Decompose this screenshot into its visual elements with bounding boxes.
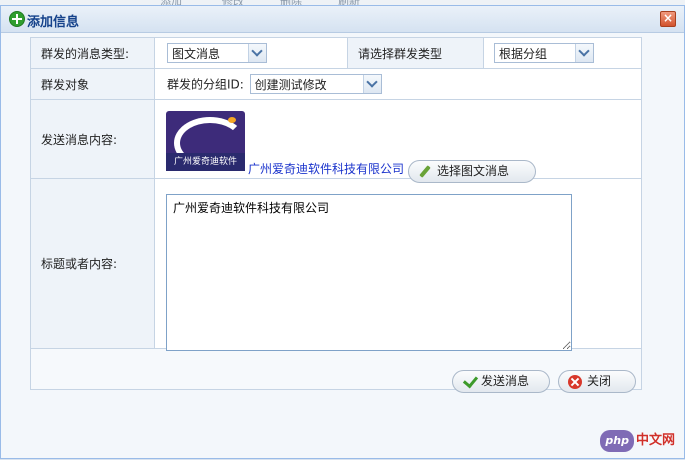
add-icon [9, 11, 25, 27]
message-type-value: 图文消息 [172, 47, 221, 61]
news-thumbnail[interactable]: 广州爱奇迪软件 [166, 111, 246, 175]
send-message-label: 发送消息 [481, 374, 530, 388]
php-badge: php [600, 430, 634, 452]
close-label: 关闭 [587, 374, 612, 388]
message-type-cell: 图文消息 [154, 37, 348, 69]
close-icon [568, 375, 582, 389]
group-id-value: 创建测试修改 [254, 78, 327, 92]
site-watermark: php 中文网 [600, 430, 675, 452]
group-id-label: 群发的分组ID: [167, 77, 244, 92]
send-type-cell: 根据分组 [483, 37, 642, 69]
select-news-label: 选择图文消息 [437, 164, 510, 178]
content-label: 发送消息内容: [30, 99, 155, 179]
target-label: 群发对象 [30, 68, 155, 100]
title-textarea[interactable]: 广州爱奇迪软件科技有限公司 [166, 194, 572, 351]
logo-caption: 广州爱奇迪软件 [166, 153, 245, 171]
close-button[interactable]: 关闭 [558, 370, 636, 393]
target-row: 群发对象 群发的分组ID: 创建测试修改 [30, 68, 642, 100]
dialog-close-icon[interactable]: × [660, 11, 676, 27]
dialog-title: 添加信息 [27, 15, 80, 30]
chevron-down-icon [575, 44, 593, 62]
company-link[interactable]: 广州爱奇迪软件科技有限公司 [248, 160, 404, 177]
message-type-row: 群发的消息类型: 图文消息 请选择群发类型 根据分组 [30, 37, 642, 69]
send-type-select[interactable]: 根据分组 [494, 43, 594, 63]
pencil-icon [418, 165, 432, 179]
company-logo [166, 111, 245, 153]
message-type-select[interactable]: 图文消息 [167, 43, 267, 63]
title-label: 标题或者内容: [30, 178, 155, 349]
send-type-label: 请选择群发类型 [347, 37, 484, 69]
send-type-value: 根据分组 [499, 47, 548, 61]
message-type-label: 群发的消息类型: [30, 37, 155, 69]
send-message-button[interactable]: 发送消息 [452, 370, 550, 393]
chevron-down-icon [362, 75, 381, 93]
logo-dot [228, 117, 236, 123]
group-id-select[interactable]: 创建测试修改 [249, 74, 382, 94]
chevron-down-icon [248, 44, 266, 62]
target-cell: 群发的分组ID: 创建测试修改 [154, 68, 642, 100]
check-icon [462, 375, 476, 389]
watermark-text: 中文网 [635, 433, 675, 448]
select-news-button[interactable]: 选择图文消息 [408, 160, 536, 183]
dialog-title-bar[interactable]: 添加信息 × [1, 6, 684, 33]
